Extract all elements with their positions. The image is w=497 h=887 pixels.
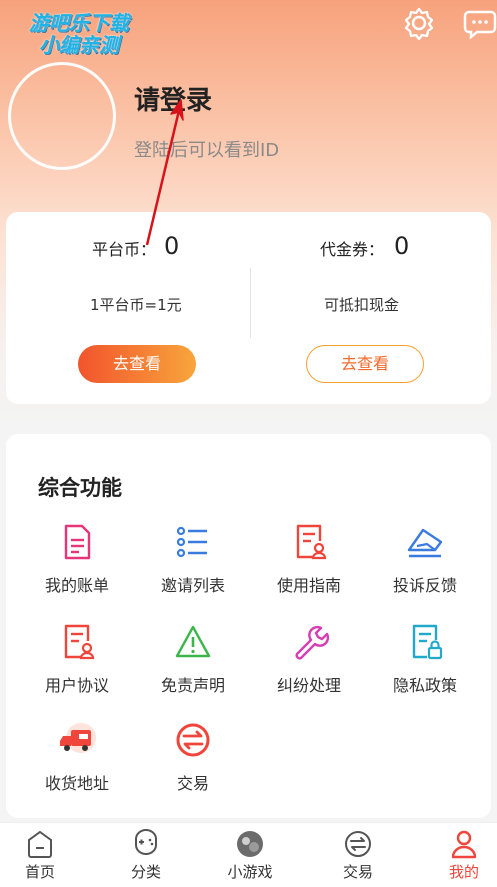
- wallet-divider: [250, 268, 251, 338]
- features-title: 综合功能: [38, 476, 122, 500]
- voucher-note: 可抵扣现金: [324, 296, 400, 314]
- exchange-icon: [176, 723, 210, 757]
- minigame-icon: [237, 831, 263, 857]
- bottom-tab-bar: 首页 分类 小游戏 交易 我的: [0, 822, 497, 887]
- feature-my-bill[interactable]: 我的账单: [22, 522, 132, 596]
- watermark-line2: 小编亲测: [39, 33, 119, 57]
- feedback-icon: [407, 528, 443, 558]
- feature-label: 纠纷处理: [276, 676, 341, 695]
- tab-trade[interactable]: 交易: [318, 829, 398, 882]
- feature-label: 用户协议: [44, 676, 109, 695]
- platform-coin-value: 0: [164, 232, 180, 260]
- voucher-value: 0: [394, 232, 410, 260]
- watermark-line1: 游吧乐下载: [29, 11, 129, 35]
- voucher-view-button[interactable]: 去查看: [306, 345, 424, 383]
- feature-label: 免责声明: [160, 676, 225, 695]
- avatar[interactable]: [8, 62, 116, 170]
- feature-user-agreement[interactable]: 用户协议: [22, 622, 132, 696]
- delivery-truck-icon: [60, 723, 96, 753]
- feature-label: 收货地址: [44, 774, 109, 793]
- privacy-icon: [412, 624, 443, 660]
- tab-home[interactable]: 首页: [0, 829, 80, 882]
- tab-label: 交易: [342, 863, 373, 881]
- feature-label: 交易: [176, 774, 209, 793]
- watermark: 游吧乐下载 小编亲测: [14, 12, 144, 56]
- trade-icon: [345, 831, 371, 857]
- home-icon: [28, 830, 52, 858]
- tab-label: 我的: [448, 863, 479, 881]
- tab-label: 分类: [130, 863, 161, 881]
- wallet-card: 平台币： 0 1平台币=1元 去查看 代金券： 0 可抵扣现金 去查看: [6, 212, 491, 404]
- feature-label: 邀请列表: [160, 576, 225, 595]
- settings-gear-icon[interactable]: [402, 6, 436, 40]
- tab-label: 小游戏: [227, 863, 273, 881]
- tab-minigame[interactable]: 小游戏: [210, 829, 290, 882]
- feature-label: 我的账单: [44, 576, 109, 595]
- voucher-label: 代金券：: [320, 240, 385, 259]
- feature-privacy-policy[interactable]: 隐私政策: [370, 622, 480, 696]
- feature-user-guide[interactable]: 使用指南: [254, 522, 364, 596]
- feature-complaint-feedback[interactable]: 投诉反馈: [370, 522, 480, 596]
- wrench-icon: [295, 625, 329, 660]
- feature-invite-list[interactable]: 邀请列表: [138, 522, 248, 596]
- platform-coin-label: 平台币：: [92, 240, 157, 259]
- user-icon: [451, 830, 477, 859]
- platform-coin-view-button[interactable]: 去查看: [78, 345, 196, 383]
- tab-mine[interactable]: 我的: [424, 829, 497, 882]
- feature-label: 隐私政策: [392, 676, 457, 695]
- feature-label: 投诉反馈: [392, 576, 457, 595]
- warning-icon: [175, 625, 211, 658]
- feature-trade[interactable]: 交易: [138, 720, 248, 794]
- login-title[interactable]: 请登录: [134, 80, 212, 117]
- features-card: 综合功能 我的账单 邀请列表 使用指南 投诉反馈 用户协议 免责声明 纠纷处理 …: [6, 434, 491, 818]
- guide-icon: [296, 524, 327, 560]
- agreement-icon: [64, 624, 95, 660]
- bill-icon: [64, 524, 91, 560]
- tab-label: 首页: [24, 863, 55, 881]
- feature-dispute-handling[interactable]: 纠纷处理: [254, 622, 364, 696]
- list-icon: [176, 526, 207, 558]
- message-icon[interactable]: [463, 6, 497, 40]
- tab-category[interactable]: 分类: [106, 829, 186, 882]
- feature-shipping-address[interactable]: 收货地址: [22, 720, 132, 794]
- platform-coin-rate: 1平台币=1元: [90, 296, 182, 314]
- feature-disclaimer[interactable]: 免责声明: [138, 622, 248, 696]
- login-subtitle: 登陆后可以看到ID: [134, 140, 280, 161]
- feature-label: 使用指南: [276, 576, 341, 595]
- gamepad-icon: [135, 829, 157, 855]
